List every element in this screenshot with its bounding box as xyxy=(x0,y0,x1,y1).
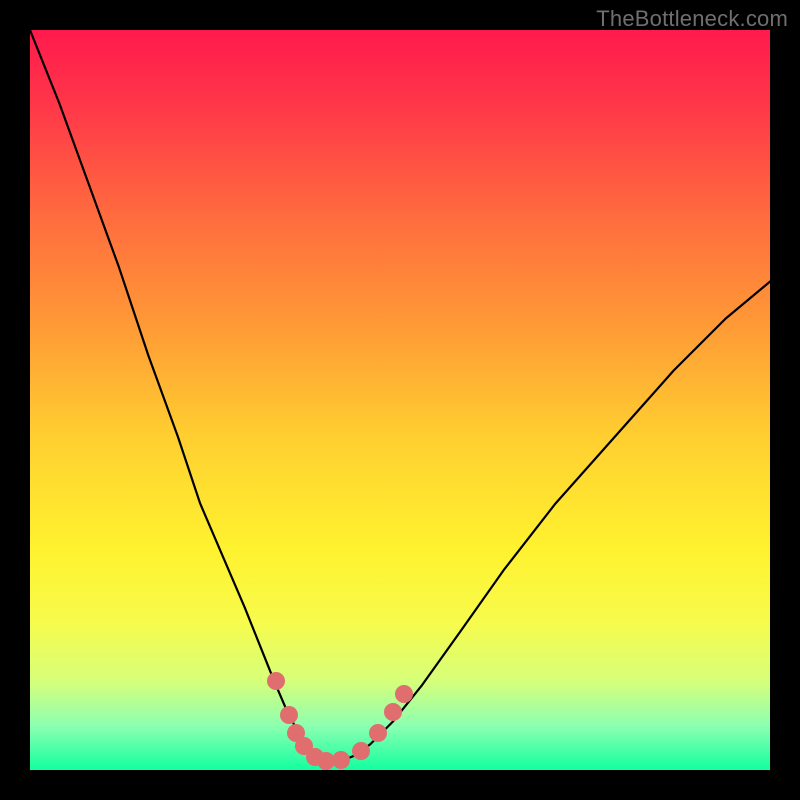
chart-frame: TheBottleneck.com xyxy=(0,0,800,800)
curve-marker xyxy=(332,751,350,769)
curve-marker xyxy=(395,685,413,703)
watermark-text: TheBottleneck.com xyxy=(596,6,788,32)
curve-marker xyxy=(384,703,402,721)
curve-marker xyxy=(352,742,370,760)
curve-marker xyxy=(369,724,387,742)
curve-marker xyxy=(280,706,298,724)
plot-area xyxy=(30,30,770,770)
bottleneck-curve xyxy=(30,30,770,770)
curve-marker xyxy=(267,672,285,690)
